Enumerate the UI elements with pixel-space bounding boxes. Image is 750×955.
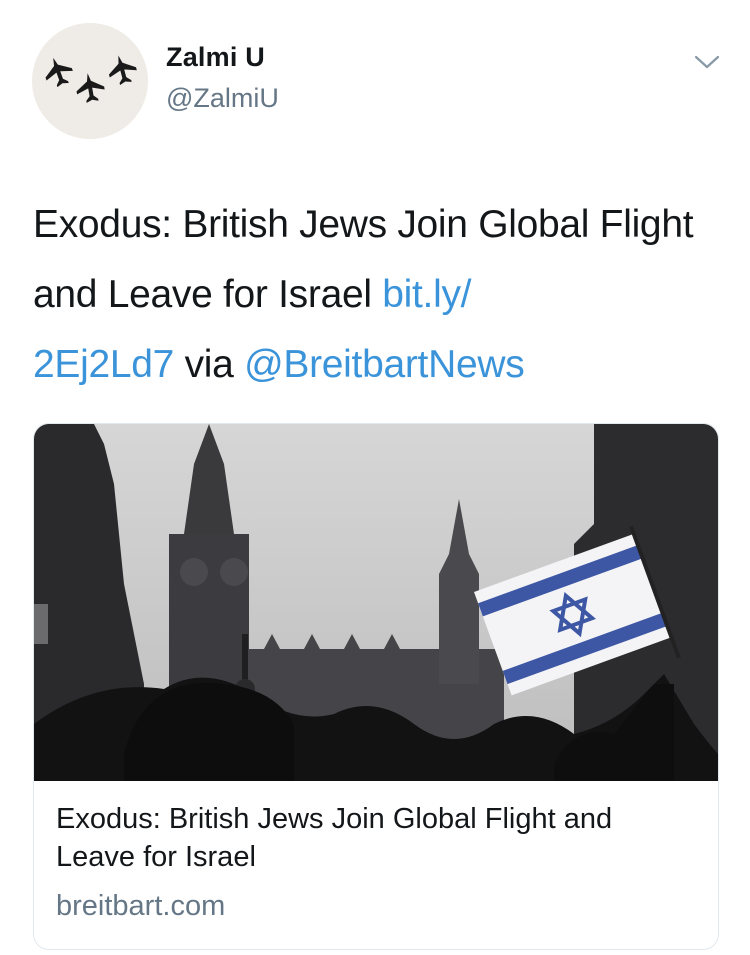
user-handle[interactable]: @ZalmiU bbox=[166, 83, 279, 114]
card-title[interactable]: Exodus: British Jews Join Global Flight … bbox=[56, 800, 696, 876]
link-card[interactable]: Exodus: British Jews Join Global Flight … bbox=[33, 423, 719, 950]
jets-formation-icon bbox=[45, 55, 137, 103]
mention-link[interactable]: @BreitbartNews bbox=[244, 343, 525, 386]
israeli-flag-big-ben-photo bbox=[34, 424, 718, 781]
tweet-text: Exodus: British Jews Join Global Flight … bbox=[33, 190, 723, 400]
via-text: via bbox=[184, 343, 234, 386]
card-domain: breitbart.com bbox=[56, 890, 226, 922]
avatar[interactable] bbox=[32, 23, 148, 139]
tweet-headline: Exodus: British Jews Join Global Flight … bbox=[33, 203, 694, 316]
chevron-down-icon[interactable] bbox=[690, 48, 724, 76]
display-name[interactable]: Zalmi U bbox=[166, 42, 265, 73]
